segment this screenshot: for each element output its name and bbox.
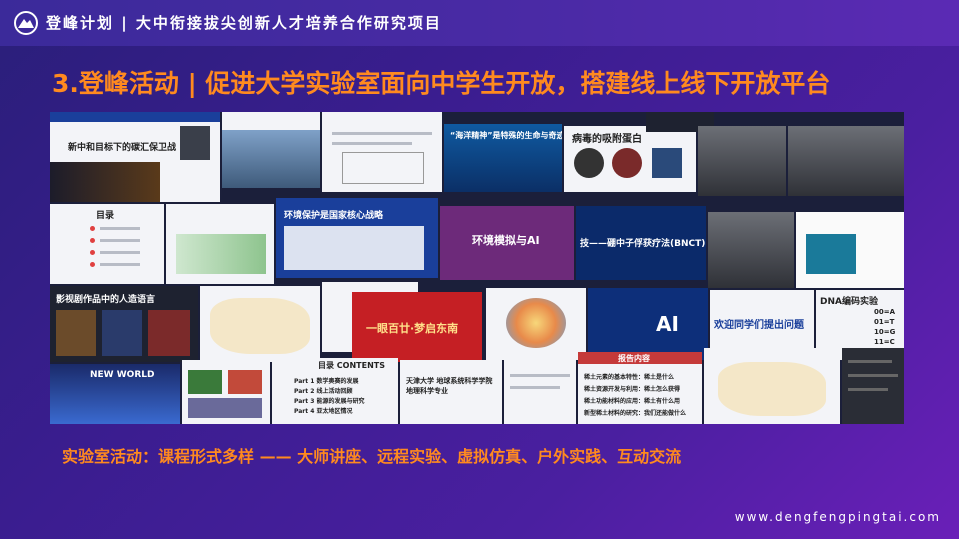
tile-caption: NEW WORLD [90, 370, 155, 380]
tile-lab-2 [788, 126, 904, 196]
tile-ocean: “海洋精神”是特殊的生命与奇迹 [444, 124, 562, 192]
tile-slide-diagram [322, 112, 442, 192]
website-url[interactable]: www.dengfengpingtai.com [735, 510, 941, 524]
report-item: 稀土资源开发与利用：稀土怎么获得 [584, 386, 681, 393]
contents-item: Part 4 亚太地区情况 [294, 408, 353, 415]
tile-brain-map [486, 288, 586, 360]
tile-caption: 环境模拟与AI [472, 234, 540, 247]
tile-red-slogan: 一眼百廿·梦启东南 [352, 292, 482, 362]
tile-tju: 天津大学 地球系统科学学院 地理科学专业 [400, 360, 502, 424]
mountain-logo-icon [14, 11, 38, 35]
tile-new-world: NEW WORLD [50, 364, 180, 424]
report-item: 稀土元素的基本特性：稀土是什么 [584, 374, 675, 381]
tile-env-ai: 环境模拟与AI [440, 206, 574, 280]
tile-lab-3 [708, 212, 794, 288]
tile-caption: AI [656, 312, 679, 336]
report-item: 稀土功能材料的应用：稀土有什么用 [584, 398, 681, 405]
tile-rare-earth: 报告内容 稀土元素的基本特性：稀土是什么 稀土资源开发与利用：稀土怎么获得 稀土… [578, 352, 702, 424]
activity-screenshot-collage: 新中和目标下的碳汇保卫战 “海洋精神”是特殊的生命与奇迹 病毒的吸附蛋白 目录 … [50, 112, 904, 424]
tile-caption: 天津大学 地球系统科学学院 地理科学专业 [406, 377, 493, 395]
tile-graph-slide [166, 204, 274, 284]
tile-arduino [796, 212, 904, 288]
tile-ai: AI [588, 288, 708, 360]
tile-caption: 病毒的吸附蛋白 [572, 134, 642, 145]
tile-caption: 目录 [96, 211, 115, 221]
tile-environment: 环境保护是国家核心战略 [276, 198, 438, 278]
tile-diagram-2 [504, 360, 576, 424]
tile-bnct: 技——硼中子俘获疗法(BNCT) [576, 206, 706, 280]
top-banner: 登峰计划 | 大中衔接拔尖创新人才培养合作研究项目 [0, 0, 959, 46]
contents-item: Part 3 能源的发展与研究 [294, 398, 365, 405]
tile-caption: 一眼百廿·梦启东南 [366, 322, 459, 335]
tile-caption: 欢迎同学们提出问题 [714, 320, 804, 331]
tile-presenter-1 [222, 112, 320, 188]
tile-caption: 新中和目标下的碳汇保卫战 [68, 143, 177, 153]
tile-lab-1 [698, 126, 786, 196]
program-title: 登峰计划 | 大中衔接拔尖创新人才培养合作研究项目 [46, 14, 442, 32]
tile-language: 影视剧作品中的人造语言 [50, 286, 198, 362]
tile-caption: “海洋精神”是特殊的生命与奇迹 [450, 131, 562, 140]
tile-caption: 环境保护是国家核心战略 [284, 211, 384, 221]
dna-code: 10=G [874, 328, 896, 336]
tile-photos [182, 360, 270, 424]
dna-code: 00=A [874, 308, 896, 316]
contents-item: Part 1 数学奥赛的发展 [294, 378, 359, 385]
contents-item: Part 2 线上活动回顾 [294, 388, 353, 395]
tile-chat [842, 348, 904, 424]
tile-contents-2: 目录 CONTENTS Part 1 数学奥赛的发展 Part 2 线上活动回顾… [272, 358, 398, 424]
tile-contents: 目录 [50, 204, 164, 284]
tile-map-2 [704, 348, 840, 424]
tile-caption: 技——硼中子俘获疗法(BNCT) [580, 239, 706, 249]
tile-map-1 [200, 286, 320, 362]
tile-caption: 影视剧作品中的人造语言 [56, 295, 156, 305]
tile-lecture-carbon: 新中和目标下的碳汇保卫战 [50, 112, 220, 202]
activity-subtitle: 实验室活动：课程形式多样 —— 大师讲座、远程实验、虚拟仿真、户外实践、互动交流 [62, 447, 682, 466]
dna-code: 11=C [874, 338, 895, 346]
section-headline: 3.登峰活动 | 促进大学实验室面向中学生开放，搭建线上线下开放平台 [52, 69, 831, 98]
report-item: 新型稀土材料的研究：我们还能做什么 [584, 410, 687, 417]
tile-virus-protein: 病毒的吸附蛋白 [564, 126, 696, 192]
dna-code: 01=T [874, 318, 895, 326]
tile-caption: 报告内容 [618, 354, 650, 363]
tile-caption: DNA编码实验 [820, 297, 878, 307]
tile-caption: 目录 CONTENTS [318, 361, 385, 370]
